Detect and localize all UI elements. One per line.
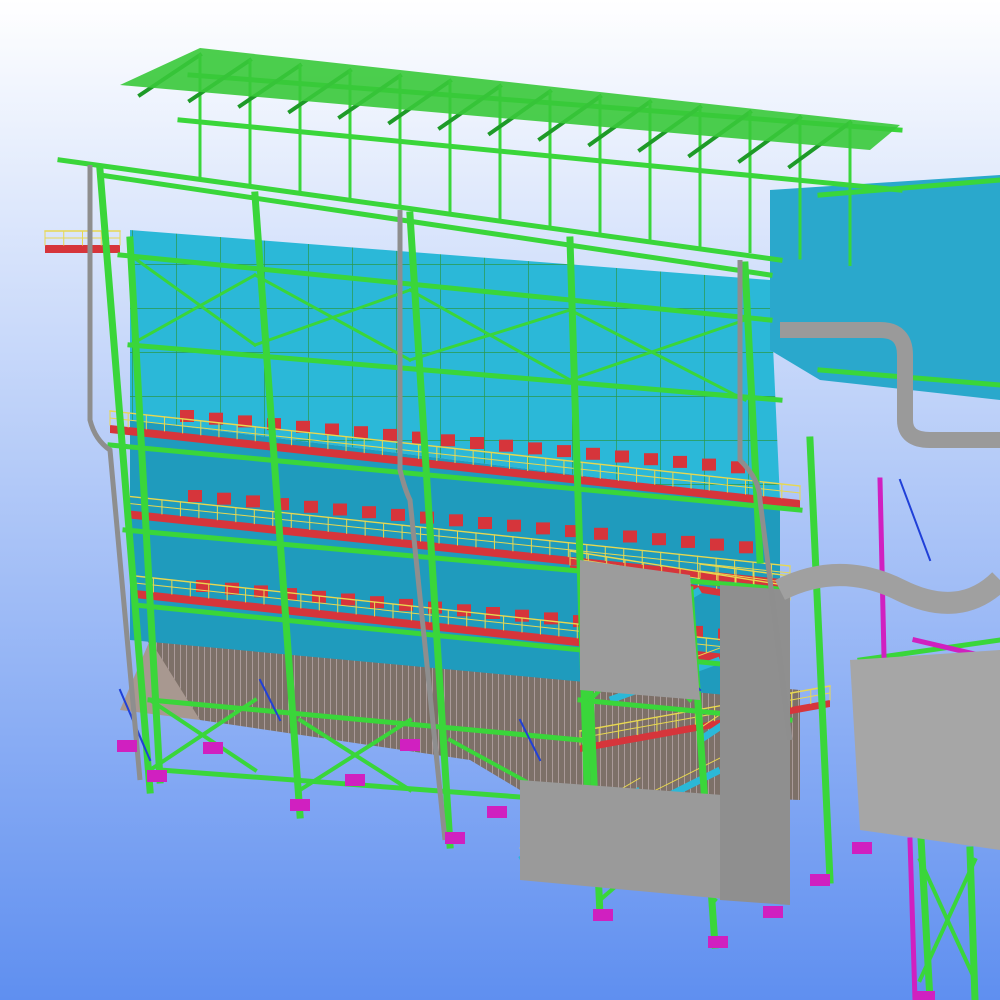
header-block xyxy=(681,535,695,548)
header-block xyxy=(702,458,716,471)
header-block xyxy=(486,607,500,619)
footing xyxy=(763,906,783,918)
header-block xyxy=(544,612,558,625)
footing xyxy=(445,832,465,844)
header-block xyxy=(254,585,268,598)
header-block xyxy=(710,538,724,551)
header-block xyxy=(623,530,637,543)
header-block xyxy=(507,519,521,532)
footing xyxy=(290,799,310,811)
header-block xyxy=(499,439,513,452)
footing xyxy=(810,874,830,886)
header-block xyxy=(673,455,687,468)
header-block xyxy=(217,492,231,505)
header-block xyxy=(383,428,397,441)
header-block xyxy=(739,541,753,554)
structural-model-3d-view[interactable] xyxy=(0,0,1000,1000)
header-block xyxy=(594,527,608,540)
header-block xyxy=(246,495,260,508)
header-block xyxy=(652,533,666,546)
header-block xyxy=(644,453,658,466)
header-block xyxy=(536,522,550,535)
footing xyxy=(345,774,365,786)
footing xyxy=(708,936,728,948)
header-block xyxy=(304,500,318,513)
header-block xyxy=(333,503,347,516)
header-block xyxy=(449,514,463,527)
footing xyxy=(852,842,872,854)
header-block xyxy=(188,490,202,502)
header-block xyxy=(557,445,571,458)
footing xyxy=(203,742,223,754)
duct-box xyxy=(850,650,1000,850)
header-block xyxy=(441,434,455,447)
footing xyxy=(147,770,167,782)
header-block xyxy=(528,442,542,455)
stair-tower-panel-right xyxy=(720,585,790,905)
footing xyxy=(117,740,137,752)
footing xyxy=(487,806,507,818)
model-viewport[interactable] xyxy=(0,0,1000,1000)
header-block xyxy=(354,426,368,439)
casing-right-block xyxy=(770,175,1000,400)
header-block xyxy=(586,447,600,460)
footing xyxy=(915,991,935,1000)
header-block xyxy=(478,517,492,529)
header-block xyxy=(391,508,405,521)
header-block xyxy=(457,604,471,617)
stair-tower-panel-upper xyxy=(580,560,700,700)
header-block xyxy=(362,506,376,519)
header-block xyxy=(470,437,484,449)
footing xyxy=(593,909,613,921)
header-block xyxy=(325,423,339,436)
header-block xyxy=(615,450,629,463)
footing xyxy=(400,739,420,751)
